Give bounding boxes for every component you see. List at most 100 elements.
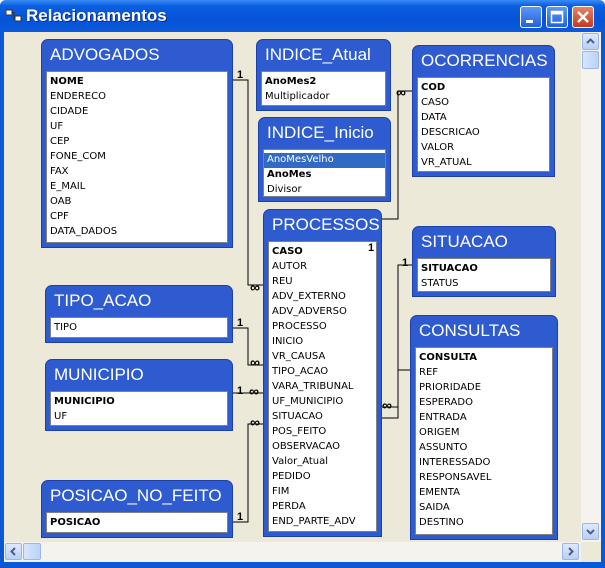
field-list[interactable]: POSICAO	[46, 512, 228, 533]
field-valor-atual[interactable]: Valor_Atual	[269, 455, 376, 470]
field-posicao[interactable]: POSICAO	[47, 516, 227, 531]
field-esperado[interactable]: ESPERADO	[416, 396, 552, 411]
table-indice-atual[interactable]: INDICE_Atual AnoMes2 Multiplicador	[256, 39, 391, 111]
field-municipio[interactable]: MUNICIPIO	[51, 395, 227, 410]
table-title[interactable]: CONSULTAS	[411, 316, 557, 346]
field-adv-adverso[interactable]: ADV_ADVERSO	[269, 305, 376, 320]
field-uf[interactable]: UF	[47, 120, 227, 135]
field-ref[interactable]: REF	[416, 366, 552, 381]
field-list[interactable]: TIPO	[50, 317, 228, 338]
table-municipio[interactable]: MUNICIPIO MUNICIPIO UF	[45, 359, 233, 431]
field-data[interactable]: DATA	[418, 111, 549, 126]
field-prioridade[interactable]: PRIORIDADE	[416, 381, 552, 396]
field-list[interactable]: SITUACAO STATUS	[417, 258, 551, 292]
field-cidade[interactable]: CIDADE	[47, 105, 227, 120]
field-e-mail[interactable]: E_MAIL	[47, 180, 227, 195]
vertical-scrollbar[interactable]	[581, 32, 601, 542]
table-ocorrencias[interactable]: OCORRENCIAS COD CASO DATA DESCRICAO VALOR VR_…	[412, 45, 555, 177]
table-title[interactable]: SITUACAO	[413, 227, 555, 257]
field-saida[interactable]: SAIDA	[416, 501, 552, 516]
field-caso[interactable]: CASO	[269, 245, 376, 260]
field-tipo-acao[interactable]: TIPO_ACAO	[269, 365, 376, 380]
field-list[interactable]: MUNICIPIO UF	[50, 391, 228, 426]
field-list[interactable]: AnoMesVelho AnoMes Divisor	[263, 149, 386, 197]
field-anomes2[interactable]: AnoMes2	[262, 75, 385, 90]
field-nome[interactable]: NOME	[47, 75, 227, 90]
field-situacao[interactable]: SITUACAO	[269, 410, 376, 425]
field-end-parte-adv[interactable]: END_PARTE_ADV	[269, 515, 376, 530]
table-situacao[interactable]: SITUACAO SITUACAO STATUS	[412, 226, 556, 297]
field-fax[interactable]: FAX	[47, 165, 227, 180]
field-interessado[interactable]: INTERESSADO	[416, 456, 552, 471]
table-title[interactable]: INDICE_Inicio	[259, 118, 390, 148]
field-consulta[interactable]: CONSULTA	[416, 351, 552, 366]
field-anomesvelho[interactable]: AnoMesVelho	[264, 153, 385, 168]
horizontal-scroll-thumb[interactable]	[23, 543, 41, 560]
field-vr-atual[interactable]: VR_ATUAL	[418, 156, 549, 171]
table-indice-inicio[interactable]: INDICE_Inicio AnoMesVelho AnoMes Divisor	[258, 117, 391, 202]
title-bar[interactable]: Relacionamentos	[0, 0, 605, 32]
table-tipo-acao[interactable]: TIPO_ACAO TIPO	[45, 285, 233, 343]
field-cod[interactable]: COD	[418, 81, 549, 96]
field-divisor[interactable]: Divisor	[264, 183, 385, 196]
horizontal-scrollbar[interactable]	[4, 542, 581, 562]
scroll-right-button[interactable]	[562, 543, 579, 560]
field-vr-causa[interactable]: VR_CAUSA	[269, 350, 376, 365]
field-inicio[interactable]: INICIO	[269, 335, 376, 350]
field-data-dados[interactable]: DATA_DADOS	[47, 225, 227, 240]
field-list[interactable]: CASO AUTOR REU ADV_EXTERNO ADV_ADVERSO PROCES…	[268, 241, 377, 532]
table-processos[interactable]: PROCESSOS CASO AUTOR REU ADV_EXTERNO ADV_ADV…	[263, 209, 382, 537]
scroll-up-button[interactable]	[582, 33, 599, 50]
maximize-button[interactable]	[546, 6, 568, 28]
vertical-scroll-thumb[interactable]	[582, 51, 599, 69]
field-perda[interactable]: PERDA	[269, 500, 376, 515]
field-fone-com[interactable]: FONE_COM	[47, 150, 227, 165]
field-vara-tribunal[interactable]: VARA_TRIBUNAL	[269, 380, 376, 395]
field-status[interactable]: STATUS	[418, 277, 550, 291]
minimize-button[interactable]	[520, 6, 542, 28]
field-origem[interactable]: ORIGEM	[416, 426, 552, 441]
field-responsavel[interactable]: RESPONSAVEL	[416, 471, 552, 486]
field-anomes[interactable]: AnoMes	[264, 168, 385, 183]
field-descricao[interactable]: DESCRICAO	[418, 126, 549, 141]
table-advogados[interactable]: ADVOGADOS NOME ENDERECO CIDADE UF CEP FONE_CO…	[41, 39, 233, 248]
field-observacao[interactable]: OBSERVACAO	[269, 440, 376, 455]
field-caso[interactable]: CASO	[418, 96, 549, 111]
table-title[interactable]: PROCESSOS	[264, 210, 381, 240]
field-processo[interactable]: PROCESSO	[269, 320, 376, 335]
field-cpf[interactable]: CPF	[47, 210, 227, 225]
table-title[interactable]: INDICE_Atual	[257, 40, 390, 70]
field-ementa[interactable]: EMENTA	[416, 486, 552, 501]
field-list[interactable]: COD CASO DATA DESCRICAO VALOR VR_ATUAL	[417, 77, 550, 172]
table-title[interactable]: TIPO_ACAO	[46, 286, 232, 316]
close-button[interactable]	[572, 6, 594, 28]
field-pedido[interactable]: PEDIDO	[269, 470, 376, 485]
field-pos-feito[interactable]: POS_FEITO	[269, 425, 376, 440]
field-multiplicador[interactable]: Multiplicador	[262, 90, 385, 105]
field-reu[interactable]: REU	[269, 275, 376, 290]
table-title[interactable]: ADVOGADOS	[42, 40, 232, 70]
field-tipo[interactable]: TIPO	[51, 321, 227, 336]
field-oab[interactable]: OAB	[47, 195, 227, 210]
field-destino[interactable]: DESTINO	[416, 516, 552, 531]
table-title[interactable]: MUNICIPIO	[46, 360, 232, 390]
field-endereco[interactable]: ENDERECO	[47, 90, 227, 105]
field-list[interactable]: NOME ENDERECO CIDADE UF CEP FONE_COM FAX E_MAIL…	[46, 71, 228, 243]
field-adv-externo[interactable]: ADV_EXTERNO	[269, 290, 376, 305]
field-list[interactable]: CONSULTA REF PRIORIDADE ESPERADO ENTRADA ORIG…	[415, 347, 553, 535]
field-valor[interactable]: VALOR	[418, 141, 549, 156]
table-title[interactable]: POSICAO_NO_FEITO	[42, 481, 232, 511]
scroll-down-button[interactable]	[582, 523, 599, 540]
field-situacao[interactable]: SITUACAO	[418, 262, 550, 277]
field-assunto[interactable]: ASSUNTO	[416, 441, 552, 456]
field-entrada[interactable]: ENTRADA	[416, 411, 552, 426]
table-consultas[interactable]: CONSULTAS CONSULTA REF PRIORIDADE ESPERADO E…	[410, 315, 558, 540]
table-title[interactable]: OCORRENCIAS	[413, 46, 554, 76]
scroll-left-button[interactable]	[5, 543, 22, 560]
field-list[interactable]: AnoMes2 Multiplicador	[261, 71, 386, 106]
field-uf[interactable]: UF	[51, 410, 227, 425]
field-cep[interactable]: CEP	[47, 135, 227, 150]
table-posicao-no-feito[interactable]: POSICAO_NO_FEITO POSICAO	[41, 480, 233, 538]
field-autor[interactable]: AUTOR	[269, 260, 376, 275]
field-uf-municipio[interactable]: UF_MUNICIPIO	[269, 395, 376, 410]
